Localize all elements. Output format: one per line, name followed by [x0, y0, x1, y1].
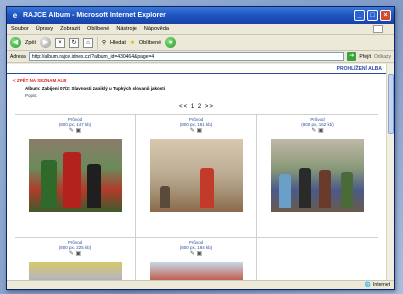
- pagination[interactable]: << 1 2 >>: [7, 98, 386, 114]
- address-bar: Adresa http://album.rajce.idnes.cz/?albu…: [7, 51, 394, 63]
- go-label[interactable]: Přejít: [359, 54, 371, 60]
- go-arrow-icon[interactable]: ➔: [347, 52, 357, 61]
- stop-icon[interactable]: ×: [55, 37, 66, 48]
- favorites-star-icon[interactable]: ★: [130, 40, 135, 46]
- scrollbar-thumb[interactable]: [388, 74, 394, 134]
- links-label[interactable]: Odkazy: [374, 54, 391, 60]
- minimize-button[interactable]: _: [354, 10, 365, 21]
- photo-action-icons[interactable]: ✎ ▣: [136, 128, 256, 135]
- back-label[interactable]: Zpět: [25, 40, 36, 46]
- menu-bar: Soubor Úpravy Zobrazit Oblíbené Nástroje…: [7, 24, 394, 35]
- media-icon[interactable]: ●: [165, 37, 177, 48]
- photo-action-icons[interactable]: ✎ ▣: [15, 128, 135, 135]
- menu-file[interactable]: Soubor: [11, 26, 29, 32]
- favorites-label[interactable]: Oblíbené: [139, 40, 161, 46]
- photo-action-icons[interactable]: ✎ ▣: [136, 251, 256, 258]
- photo-thumbnail[interactable]: [149, 262, 243, 280]
- search-icon[interactable]: ⚲: [102, 40, 106, 46]
- toolbar: ◀ Zpět ▶ × ↻ ⌂ ⚲ Hledat ★ Oblíbené ●: [7, 35, 394, 51]
- photo-action-icons[interactable]: ✎ ▣: [15, 251, 135, 258]
- photo-thumbnail[interactable]: [28, 139, 122, 212]
- status-bar: 🌐 Internet: [7, 280, 394, 289]
- photo-thumbnail[interactable]: [271, 139, 364, 212]
- status-zone: Internet: [373, 282, 390, 288]
- close-button[interactable]: ×: [380, 10, 391, 21]
- forward-arrow-icon[interactable]: ▶: [40, 37, 52, 48]
- toolbar-separator: [97, 36, 99, 49]
- address-label: Adresa: [10, 53, 26, 60]
- menu-view[interactable]: Zobrazit: [60, 26, 80, 32]
- album-title: Album: Zabíjení 07/2: Slavnosti zaniklý …: [25, 86, 165, 91]
- album-description: Popis:: [25, 93, 38, 98]
- globe-icon: 🌐: [364, 282, 372, 288]
- maximize-button[interactable]: □: [367, 10, 378, 21]
- photo-thumbnail[interactable]: [28, 262, 122, 280]
- photo-grid: Průvod (800 px, 147 kb) ✎ ▣ Průvod (800 …: [15, 114, 378, 237]
- photo-cell: Průvod (800 px, 194 kb) ✎ ▣: [136, 238, 257, 280]
- photo-meta[interactable]: (800 px, 147 kb): [15, 122, 135, 127]
- menu-edit[interactable]: Úpravy: [36, 26, 53, 32]
- ie-icon: e: [12, 10, 18, 20]
- page-header: PROHLÍŽENÍ ALBA: [7, 64, 386, 74]
- window-title: RAJCE Album - Microsoft Internet Explore…: [23, 12, 166, 19]
- photo-cell: Průvod (800 px, 162 kb) ✎ ▣: [257, 115, 378, 237]
- photo-action-icons[interactable]: ✎ ▣: [257, 128, 378, 135]
- photo-grid-row-2: Průvod (800 px, 225 kb) ✎ ▣ Průvod (800 …: [15, 237, 378, 280]
- photo-cell: Průvod (800 px, 147 kb) ✎ ▣: [15, 115, 136, 237]
- back-arrow-icon[interactable]: ◀: [10, 37, 21, 48]
- vertical-scrollbar[interactable]: [386, 64, 394, 280]
- menu-tools[interactable]: Nástroje: [116, 26, 136, 32]
- photo-cell: Průvod (800 px, 181 kb) ✎ ▣: [136, 115, 257, 237]
- browser-window: e RAJCE Album - Microsoft Internet Explo…: [6, 6, 395, 290]
- search-label[interactable]: Hledat: [110, 40, 126, 46]
- photo-cell: Průvod (800 px, 225 kb) ✎ ▣: [15, 238, 136, 280]
- home-icon[interactable]: ⌂: [83, 37, 94, 48]
- page-content: PROHLÍŽENÍ ALBA < ZPĚT NA SEZNAM ALB Alb…: [7, 64, 386, 280]
- back-to-albums-link[interactable]: < ZPĚT NA SEZNAM ALB: [7, 74, 386, 83]
- windows-flag-icon: [373, 25, 383, 33]
- photo-meta[interactable]: (800 px, 181 kb): [136, 122, 256, 127]
- menu-help[interactable]: Nápověda: [144, 26, 169, 32]
- photo-thumbnail[interactable]: [149, 139, 243, 212]
- menu-favorites[interactable]: Oblíbené: [87, 26, 109, 32]
- photo-meta[interactable]: (800 px, 225 kb): [15, 245, 135, 250]
- title-bar: e RAJCE Album - Microsoft Internet Explo…: [7, 7, 394, 24]
- address-input[interactable]: http://album.rajce.idnes.cz/?album_id=43…: [28, 52, 345, 61]
- refresh-icon[interactable]: ↻: [69, 37, 80, 48]
- photo-meta[interactable]: (800 px, 162 kb): [257, 122, 378, 127]
- photo-cell-empty: [257, 238, 378, 280]
- photo-meta[interactable]: (800 px, 194 kb): [136, 245, 256, 250]
